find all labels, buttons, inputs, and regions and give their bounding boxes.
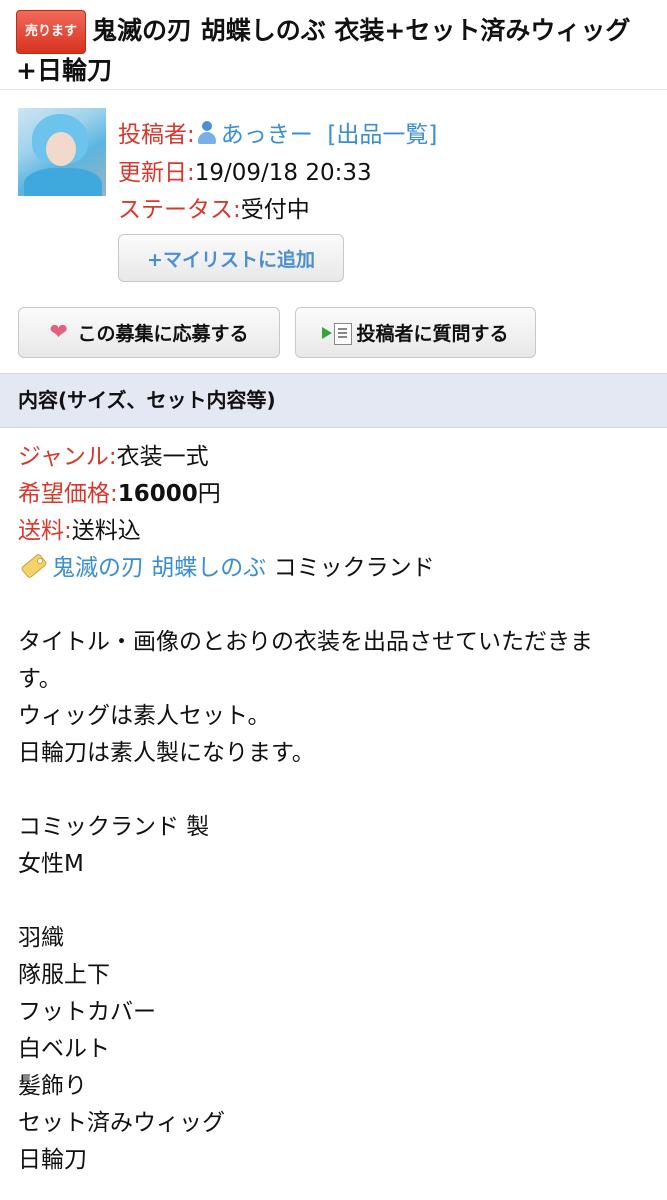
shipping-value: 送料込 [71, 518, 141, 544]
tag-icon [18, 552, 48, 580]
price-row: 希望価格:16000円 [18, 476, 648, 513]
tag-row: 鬼滅の刃 胡蝶しのぶ コミックランド [18, 550, 648, 587]
ask-button-label: 投稿者に質問する [356, 323, 509, 345]
apply-button-label: この募集に応募する [77, 323, 249, 345]
description-line: フットカバー [18, 999, 156, 1025]
add-to-mylist-button[interactable]: +マイリストに追加 [118, 234, 344, 282]
updated-label: 更新日: [118, 160, 195, 186]
updated-value: 19/09/18 20:33 [194, 160, 372, 186]
description-line: 女性M [18, 851, 84, 877]
description-line: ウィッグは素人セット。 [18, 703, 271, 729]
status-value: 受付中 [240, 197, 310, 223]
description-line: 髪飾り [18, 1073, 87, 1099]
genre-value: 衣装一式 [116, 444, 209, 470]
shipping-row: 送料:送料込 [18, 513, 648, 550]
price-unit: 円 [197, 481, 221, 507]
updated-row: 更新日:19/09/18 20:33 [118, 158, 372, 188]
apply-button[interactable]: ❤ この募集に応募する [18, 307, 280, 358]
price-label: 希望価格: [18, 481, 118, 507]
status-row: ステータス:受付中 [118, 195, 310, 225]
poster-name-link[interactable]: あっきー [221, 122, 313, 148]
description-line: 羽織 [18, 925, 64, 951]
heart-icon: ❤ [49, 319, 68, 345]
description-line [18, 772, 648, 809]
message-doc-icon [322, 322, 353, 345]
description-line [18, 883, 648, 920]
genre-label: ジャンル: [18, 444, 117, 470]
user-icon [197, 121, 217, 145]
sell-badge: 売ります [16, 10, 87, 54]
description: タイトル・画像のとおりの衣装を出品させていただきま す。 ウィッグは素人セット。 日輪… [18, 587, 648, 1179]
poster-avatar[interactable] [18, 108, 106, 196]
genre-row: ジャンル:衣装一式 [18, 439, 648, 476]
description-line: す。 [18, 666, 62, 692]
listing-title-bar: 売ります 鬼滅の刃 胡蝶しのぶ 衣装+セット済みウィッグ+日輪刀 [0, 0, 667, 90]
price-value: 16000 [117, 481, 198, 507]
ask-poster-button[interactable]: 投稿者に質問する [295, 307, 536, 358]
listing-title-text: 鬼滅の刃 胡蝶しのぶ 衣装+セット済みウィッグ+日輪刀 [16, 16, 631, 85]
description-line: 白ベルト [18, 1036, 110, 1062]
tag-maker: コミックランド [273, 555, 435, 581]
description-line: タイトル・画像のとおりの衣装を出品させていただきま [18, 629, 593, 655]
status-label: ステータス: [118, 197, 241, 223]
listing-list-link[interactable]: [出品一覧] [327, 122, 437, 148]
description-line: 隊服上下 [18, 962, 110, 988]
poster-label: 投稿者: [118, 122, 195, 148]
content-section-heading: 内容(サイズ、セット内容等) [0, 373, 667, 428]
description-line: コミックランド 製 [18, 814, 210, 840]
description-line: 日輪刀は素人製になります。 [18, 740, 315, 766]
description-line: セット済みウィッグ [18, 1110, 225, 1136]
shipping-label: 送料: [18, 518, 72, 544]
description-line [18, 587, 648, 624]
listing-title: 売ります 鬼滅の刃 胡蝶しのぶ 衣装+セット済みウィッグ+日輪刀 [16, 10, 631, 85]
poster-row: 投稿者: あっきー [出品一覧] [118, 120, 437, 150]
listing-details: ジャンル:衣装一式 希望価格:16000円 送料:送料込 鬼滅の刃 胡蝶しのぶ … [18, 439, 648, 1179]
description-line: 日輪刀 [18, 1147, 87, 1173]
tag-link[interactable]: 鬼滅の刃 胡蝶しのぶ [52, 555, 266, 581]
